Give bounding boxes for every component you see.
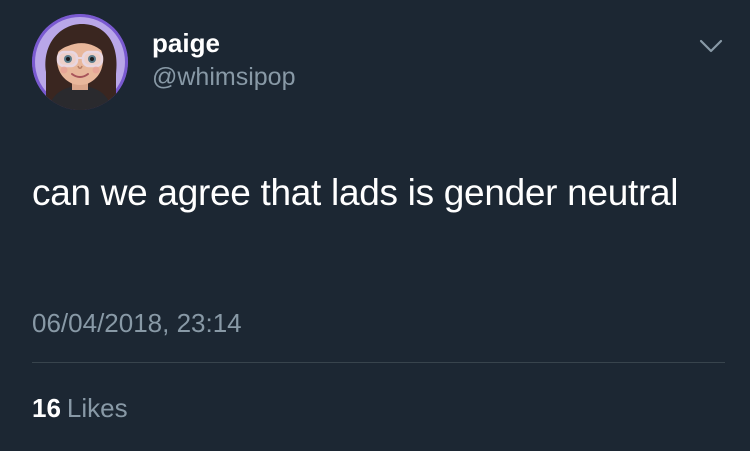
likes-stat[interactable]: 16 Likes xyxy=(32,391,128,425)
user-avatar-illustration xyxy=(32,14,128,110)
tweet-header: paige @whimsipop xyxy=(32,14,732,114)
tweet-detail: paige @whimsipop can we agree that lads … xyxy=(0,0,750,451)
likes-label: Likes xyxy=(66,393,128,423)
author-display-name[interactable]: paige xyxy=(152,26,295,60)
author-handle[interactable]: @whimsipop xyxy=(152,60,295,94)
tweet-menu-button[interactable] xyxy=(698,36,724,56)
tweet-timestamp[interactable]: 06/04/2018, 23:14 xyxy=(32,305,242,341)
chevron-down-icon xyxy=(699,39,723,53)
avatar[interactable] xyxy=(32,14,128,110)
tweet-text: can we agree that lads is gender neutral xyxy=(32,172,679,213)
likes-count: 16 xyxy=(32,393,61,423)
divider xyxy=(32,362,725,363)
author-names: paige @whimsipop xyxy=(152,26,295,94)
